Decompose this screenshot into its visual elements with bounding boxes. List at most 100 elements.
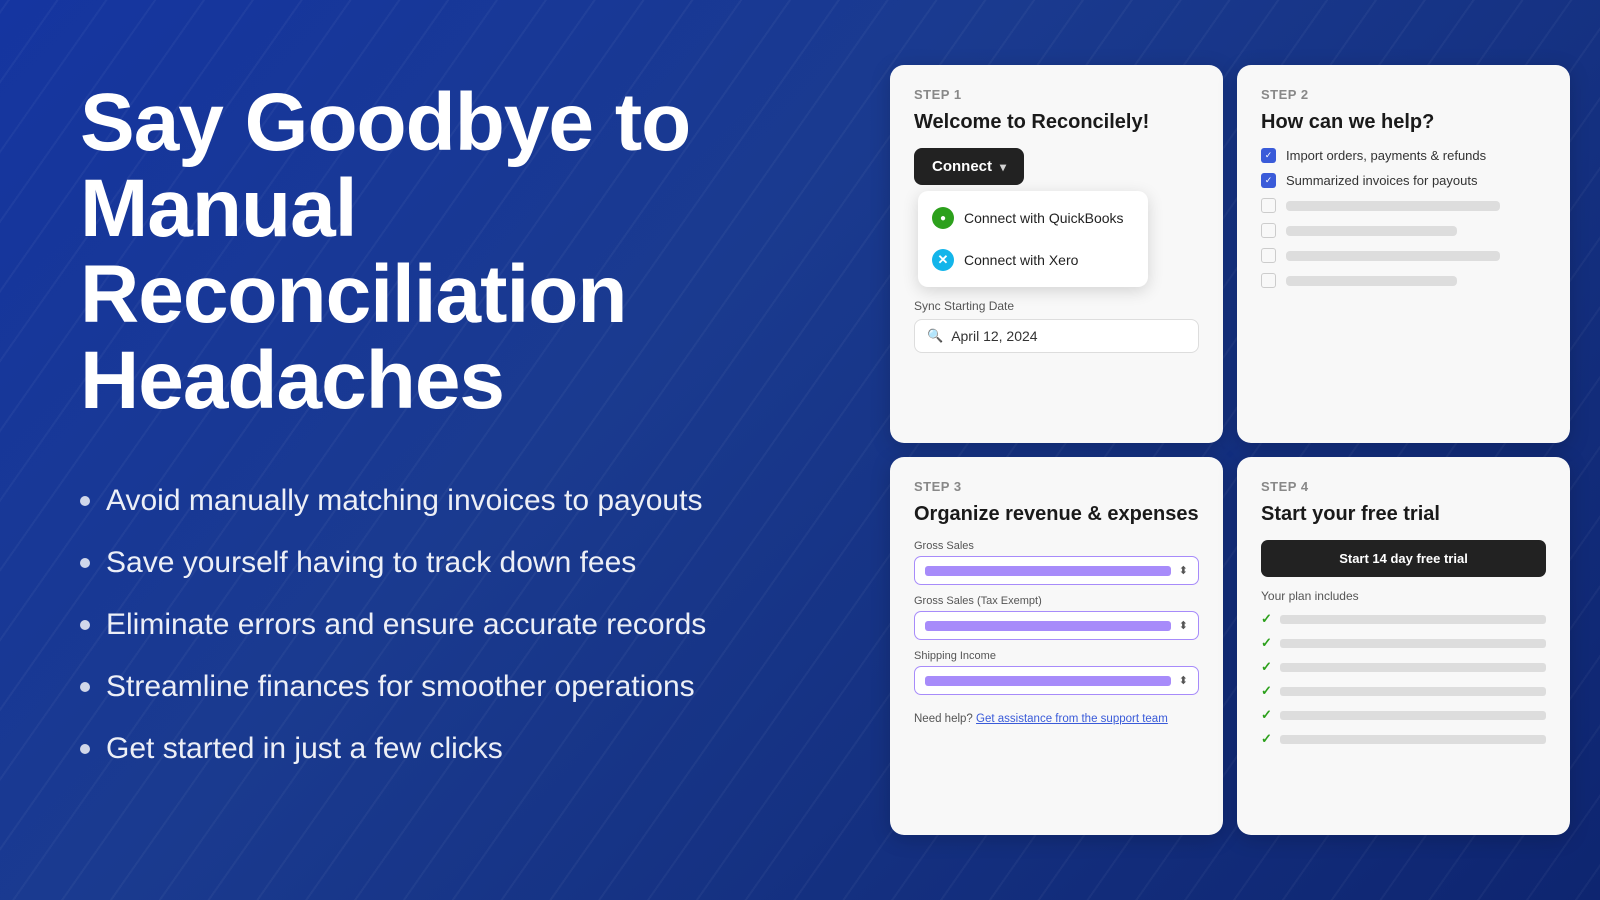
connect-quickbooks-label: Connect with QuickBooks [964, 210, 1124, 226]
support-link[interactable]: Get assistance from the support team [976, 713, 1168, 725]
check-item-label: Import orders, payments & refunds [1286, 148, 1486, 163]
plan-item-3: ✓ [1261, 659, 1546, 675]
connect-button[interactable]: Connect ▾ [914, 148, 1024, 185]
start-trial-button[interactable]: Start 14 day free trial [1261, 540, 1546, 577]
checkbox-empty-icon[interactable] [1261, 273, 1276, 288]
bullet-dot [80, 496, 90, 506]
check-item-1[interactable]: ✓ Import orders, payments & refunds [1261, 148, 1546, 163]
placeholder-line [1286, 226, 1457, 236]
placeholder-line [1280, 687, 1546, 696]
calendar-icon: 🔍 [927, 328, 943, 344]
step2-label: STEP 2 [1261, 87, 1546, 102]
placeholder-line [1280, 663, 1546, 672]
bullet-text: Avoid manually matching invoices to payo… [106, 484, 702, 518]
checkbox-checked-icon[interactable]: ✓ [1261, 148, 1276, 163]
plan-item-2: ✓ [1261, 635, 1546, 651]
bullet-text: Eliminate errors and ensure accurate rec… [106, 608, 706, 642]
connect-dropdown: ● Connect with QuickBooks ✕ Connect with… [918, 191, 1148, 287]
headline: Say Goodbye to Manual Reconciliation Hea… [80, 80, 810, 424]
placeholder-line [1280, 615, 1546, 624]
gross-sales-tax-exempt-field: Gross Sales (Tax Exempt) ⬍ [914, 595, 1199, 640]
bullet-dot [80, 682, 90, 692]
help-text: Need help? Get assistance from the suppo… [914, 713, 1199, 725]
step3-label: STEP 3 [914, 479, 1199, 494]
checkbox-empty-icon[interactable] [1261, 248, 1276, 263]
list-item: Avoid manually matching invoices to payo… [80, 484, 810, 518]
check-green-icon: ✓ [1261, 707, 1272, 723]
gross-sales-tax-select[interactable]: ⬍ [914, 611, 1199, 640]
check-green-icon: ✓ [1261, 659, 1272, 675]
headline-line1: Say Goodbye to Manual [80, 77, 690, 254]
chevron-down-icon: ⬍ [1179, 674, 1188, 687]
check-item-2[interactable]: ✓ Summarized invoices for payouts [1261, 173, 1546, 188]
plan-items: ✓ ✓ ✓ ✓ ✓ [1261, 611, 1546, 747]
gross-sales-label: Gross Sales [914, 540, 1199, 552]
list-item: Streamline finances for smoother operati… [80, 670, 810, 704]
list-item: Save yourself having to track down fees [80, 546, 810, 580]
step4-card: STEP 4 Start your free trial Start 14 da… [1237, 457, 1570, 835]
bullet-dot [80, 558, 90, 568]
select-fill [925, 676, 1171, 686]
chevron-down-icon: ▾ [1000, 160, 1006, 174]
step1-title: Welcome to Reconcilely! [914, 110, 1199, 134]
shipping-income-field: Shipping Income ⬍ [914, 650, 1199, 695]
step4-label: STEP 4 [1261, 479, 1546, 494]
select-fill [925, 621, 1171, 631]
plan-includes-label: Your plan includes [1261, 589, 1546, 603]
step3-title: Organize revenue & expenses [914, 502, 1199, 526]
headline-line2: Reconciliation Headaches [80, 249, 626, 426]
connect-quickbooks-item[interactable]: ● Connect with QuickBooks [918, 197, 1148, 239]
connect-xero-label: Connect with Xero [964, 252, 1078, 268]
step3-card: STEP 3 Organize revenue & expenses Gross… [890, 457, 1223, 835]
placeholder-line [1280, 711, 1546, 720]
placeholder-line [1286, 201, 1500, 211]
left-panel: Say Goodbye to Manual Reconciliation Hea… [0, 0, 870, 900]
step1-label: STEP 1 [914, 87, 1199, 102]
gross-sales-field: Gross Sales ⬍ [914, 540, 1199, 585]
checklist: ✓ Import orders, payments & refunds ✓ Su… [1261, 148, 1546, 288]
bullet-dot [80, 744, 90, 754]
check-green-icon: ✓ [1261, 635, 1272, 651]
bullet-text: Save yourself having to track down fees [106, 546, 636, 580]
step2-title: How can we help? [1261, 110, 1546, 134]
step4-title: Start your free trial [1261, 502, 1546, 526]
xero-icon: ✕ [932, 249, 954, 271]
list-item: Eliminate errors and ensure accurate rec… [80, 608, 810, 642]
placeholder-line [1280, 735, 1546, 744]
check-item-label: Summarized invoices for payouts [1286, 173, 1477, 188]
step1-card: STEP 1 Welcome to Reconcilely! Connect ▾… [890, 65, 1223, 443]
check-green-icon: ✓ [1261, 611, 1272, 627]
sync-date-value: April 12, 2024 [951, 328, 1037, 344]
chevron-down-icon: ⬍ [1179, 564, 1188, 577]
gross-sales-tax-label: Gross Sales (Tax Exempt) [914, 595, 1199, 607]
connect-xero-item[interactable]: ✕ Connect with Xero [918, 239, 1148, 281]
placeholder-line [1280, 639, 1546, 648]
placeholder-line [1286, 276, 1457, 286]
checkbox-checked-icon[interactable]: ✓ [1261, 173, 1276, 188]
bullet-text: Get started in just a few clicks [106, 732, 503, 766]
checkbox-empty-icon[interactable] [1261, 223, 1276, 238]
bullet-text: Streamline finances for smoother operati… [106, 670, 695, 704]
right-panel: STEP 1 Welcome to Reconcilely! Connect ▾… [870, 0, 1600, 900]
plan-item-1: ✓ [1261, 611, 1546, 627]
shipping-income-select[interactable]: ⬍ [914, 666, 1199, 695]
sync-date-input[interactable]: 🔍 April 12, 2024 [914, 319, 1199, 353]
placeholder-line [1286, 251, 1500, 261]
bullet-list: Avoid manually matching invoices to payo… [80, 484, 810, 766]
check-item-4[interactable] [1261, 223, 1546, 238]
bullet-dot [80, 620, 90, 630]
check-item-3[interactable] [1261, 198, 1546, 213]
chevron-down-icon: ⬍ [1179, 619, 1188, 632]
sync-date-label: Sync Starting Date [914, 299, 1199, 313]
gross-sales-select[interactable]: ⬍ [914, 556, 1199, 585]
checkbox-empty-icon[interactable] [1261, 198, 1276, 213]
select-fill [925, 566, 1171, 576]
check-item-6[interactable] [1261, 273, 1546, 288]
shipping-income-label: Shipping Income [914, 650, 1199, 662]
check-item-5[interactable] [1261, 248, 1546, 263]
check-green-icon: ✓ [1261, 731, 1272, 747]
list-item: Get started in just a few clicks [80, 732, 810, 766]
plan-item-4: ✓ [1261, 683, 1546, 699]
plan-item-5: ✓ [1261, 707, 1546, 723]
check-green-icon: ✓ [1261, 683, 1272, 699]
